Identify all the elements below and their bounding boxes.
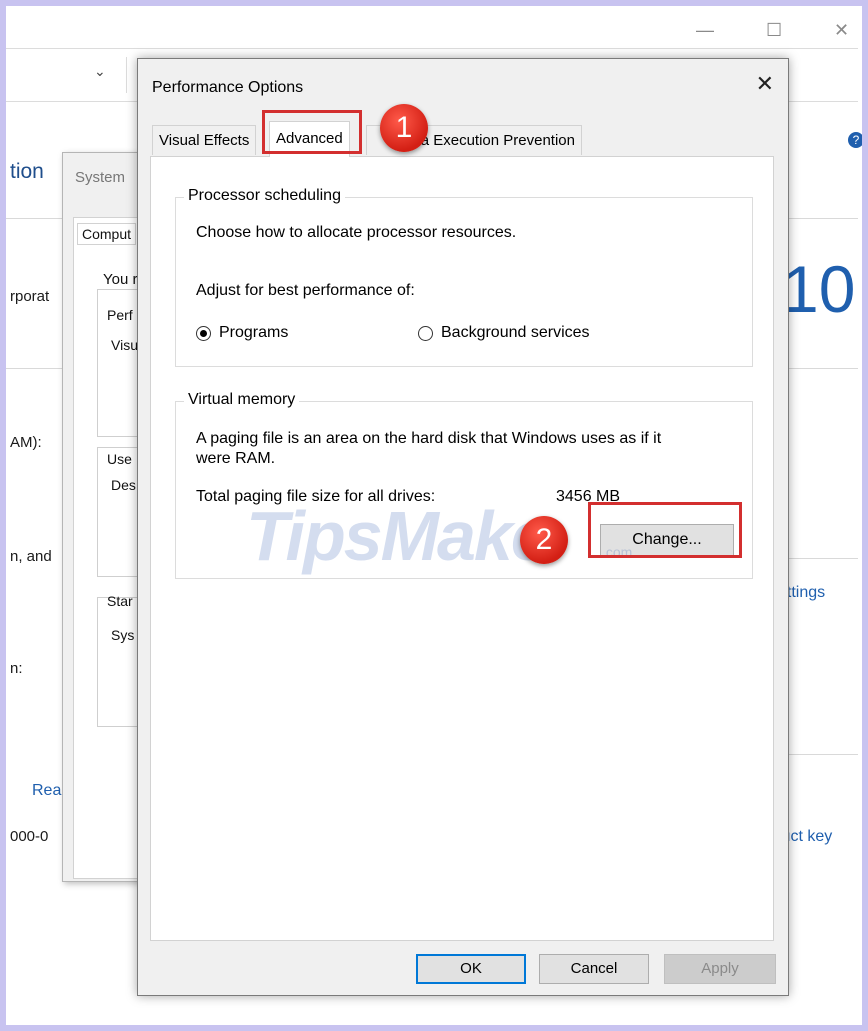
close-window-icon[interactable]: ✕ [834, 20, 849, 41]
group-user-profiles-legend: Use [107, 451, 132, 467]
radio-programs-label[interactable]: Programs [219, 324, 288, 342]
maximize-icon[interactable]: ☐ [766, 20, 782, 41]
windows-10-logo-digits: 10 [782, 252, 856, 326]
help-icon[interactable]: ? [848, 132, 862, 148]
radio-programs[interactable] [196, 326, 211, 341]
dialog-title: Performance Options [152, 79, 304, 96]
processor-desc: Choose how to allocate processor resourc… [196, 224, 517, 241]
tab-computer-name[interactable]: Comput [77, 223, 137, 245]
apply-button: Apply [664, 954, 776, 984]
close-icon[interactable]: ✕ [756, 71, 774, 97]
processor-scheduling-legend: Processor scheduling [184, 187, 345, 205]
radio-background-services-label[interactable]: Background services [441, 324, 590, 342]
bg-label-ram: AM): [10, 434, 42, 451]
highlight-advanced-tab [262, 110, 362, 154]
chevron-down-icon[interactable]: ⌄ [94, 63, 106, 80]
ok-button[interactable]: OK [416, 954, 526, 984]
screenshot-frame: — ☐ ✕ ⌄ tion ? rporat AM): n, and n: Rea… [6, 6, 862, 1025]
adjust-label: Adjust for best performance of: [196, 282, 415, 299]
virtual-memory-desc-line1: A paging file is an area on the hard dis… [196, 430, 662, 447]
bg-label-n: n: [10, 660, 23, 677]
bg-label-org: rporat [10, 288, 50, 305]
group-startup-text: Sys [111, 627, 135, 643]
highlight-change-button [588, 502, 742, 558]
minimize-icon[interactable]: — [696, 20, 714, 41]
bg-link-read[interactable]: Rea [32, 782, 61, 800]
virtual-memory-legend: Virtual memory [184, 391, 300, 409]
radio-background-services[interactable] [418, 326, 433, 341]
step-1-badge: 1 [380, 104, 428, 152]
cancel-button[interactable]: Cancel [539, 954, 649, 984]
bg-label-and: n, and [10, 548, 52, 565]
panel-title-fragment: tion [10, 160, 44, 183]
step-2-badge: 2 [520, 516, 568, 564]
divider [786, 754, 858, 755]
group-performance-legend: Perf [107, 307, 133, 323]
bg-product-id: 000-0 [10, 828, 49, 845]
address-divider [126, 57, 127, 93]
system-properties-intro: You r [103, 271, 138, 288]
group-user-profiles-text: Des [111, 477, 136, 493]
group-processor-scheduling: Processor scheduling Choose how to alloc… [175, 187, 753, 367]
group-performance-text: Visu [111, 337, 138, 353]
tab-visual-effects[interactable]: Visual Effects [152, 125, 257, 155]
system-properties-title: System [75, 169, 126, 186]
virtual-memory-desc-line2: were RAM. [196, 450, 276, 467]
watermark: TipsMake [246, 497, 550, 575]
divider [786, 558, 858, 559]
group-startup-legend: Star [107, 593, 133, 609]
